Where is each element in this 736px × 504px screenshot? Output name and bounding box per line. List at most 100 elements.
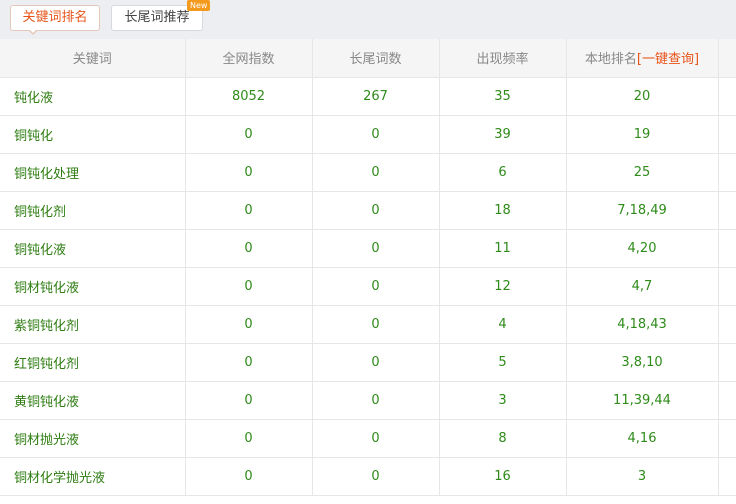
frequency-cell: 8 <box>439 419 567 458</box>
row-spacer <box>718 419 736 458</box>
keyword-link[interactable]: 铜钝化处理 <box>14 167 79 182</box>
longtail-count-cell: 0 <box>312 457 440 496</box>
keyword-cell: 铜材化学抛光液 <box>0 457 186 496</box>
row-spacer <box>718 343 736 382</box>
keyword-cell: 铜材抛光液 <box>0 419 186 458</box>
row-spacer <box>718 115 736 154</box>
header-spacer <box>718 39 736 78</box>
frequency-cell: 6 <box>439 153 567 192</box>
row-spacer <box>718 77 736 116</box>
row-spacer <box>718 305 736 344</box>
table-row: 红铜钝化剂 0 0 5 3,8,10 <box>0 343 736 382</box>
header-keyword: 关键词 <box>0 39 186 78</box>
frequency-cell: 5 <box>439 343 567 382</box>
table-row: 铜材钝化液 0 0 12 4,7 <box>0 267 736 306</box>
local-rank-cell: 19 <box>566 115 719 154</box>
table-row: 钝化液 8052 267 35 20 <box>0 77 736 116</box>
keyword-cell: 黄铜钝化液 <box>0 381 186 420</box>
header-local-rank: 本地排名[一键查询] <box>566 39 719 78</box>
frequency-cell: 3 <box>439 381 567 420</box>
longtail-count-cell: 0 <box>312 267 440 306</box>
header-longtail-count: 长尾词数 <box>312 39 440 78</box>
keyword-cell: 铜材钝化液 <box>0 267 186 306</box>
network-index-cell: 0 <box>185 267 313 306</box>
longtail-count-cell: 0 <box>312 381 440 420</box>
longtail-count-cell: 267 <box>312 77 440 116</box>
row-spacer <box>718 229 736 268</box>
local-rank-cell: 4,16 <box>566 419 719 458</box>
longtail-count-cell: 0 <box>312 305 440 344</box>
table-row: 铜材化学抛光液 0 0 16 3 <box>0 457 736 496</box>
longtail-count-cell: 0 <box>312 115 440 154</box>
keyword-cell: 紫铜钝化剂 <box>0 305 186 344</box>
local-rank-cell: 4,20 <box>566 229 719 268</box>
frequency-cell: 4 <box>439 305 567 344</box>
keyword-cell: 铜钝化剂 <box>0 191 186 230</box>
network-index-cell: 0 <box>185 305 313 344</box>
keyword-link[interactable]: 红铜钝化剂 <box>14 357 79 372</box>
local-rank-cell: 11,39,44 <box>566 381 719 420</box>
frequency-cell: 18 <box>439 191 567 230</box>
network-index-cell: 0 <box>185 115 313 154</box>
keyword-link[interactable]: 铜钝化剂 <box>14 205 66 220</box>
table-row: 铜钝化处理 0 0 6 25 <box>0 153 736 192</box>
table-row: 铜钝化液 0 0 11 4,20 <box>0 229 736 268</box>
local-rank-cell: 4,18,43 <box>566 305 719 344</box>
keyword-cell: 铜钝化处理 <box>0 153 186 192</box>
network-index-cell: 0 <box>185 419 313 458</box>
table-row: 铜钝化剂 0 0 18 7,18,49 <box>0 191 736 230</box>
keyword-link[interactable]: 钝化液 <box>14 91 53 106</box>
frequency-cell: 39 <box>439 115 567 154</box>
table-row: 黄铜钝化液 0 0 3 11,39,44 <box>0 381 736 420</box>
network-index-cell: 0 <box>185 153 313 192</box>
keyword-link[interactable]: 铜材抛光液 <box>14 433 79 448</box>
keyword-cell: 红铜钝化剂 <box>0 343 186 382</box>
longtail-count-cell: 0 <box>312 229 440 268</box>
keyword-link[interactable]: 黄铜钝化液 <box>14 395 79 410</box>
table-body: 钝化液 8052 267 35 20 铜钝化 0 0 39 19 铜钝化处理 0 0 6 25 铜钝化剂 0 0 1… <box>0 77 736 496</box>
local-rank-cell: 3 <box>566 457 719 496</box>
keyword-link[interactable]: 紫铜钝化剂 <box>14 319 79 334</box>
tab-keyword-rank[interactable]: 关键词排名 <box>10 5 100 31</box>
network-index-cell: 0 <box>185 457 313 496</box>
new-badge: New <box>187 0 211 11</box>
longtail-count-cell: 0 <box>312 153 440 192</box>
row-spacer <box>718 153 736 192</box>
row-spacer <box>718 381 736 420</box>
local-rank-cell: 4,7 <box>566 267 719 306</box>
network-index-cell: 8052 <box>185 77 313 116</box>
header-frequency: 出现频率 <box>439 39 567 78</box>
frequency-cell: 35 <box>439 77 567 116</box>
longtail-count-cell: 0 <box>312 343 440 382</box>
row-spacer <box>718 191 736 230</box>
local-rank-cell: 7,18,49 <box>566 191 719 230</box>
network-index-cell: 0 <box>185 343 313 382</box>
active-tab-pointer <box>28 29 38 35</box>
keyword-cell: 铜钝化液 <box>0 229 186 268</box>
row-spacer <box>718 457 736 496</box>
keyword-link[interactable]: 铜材化学抛光液 <box>14 471 105 486</box>
frequency-cell: 11 <box>439 229 567 268</box>
local-rank-cell: 25 <box>566 153 719 192</box>
tab-bar: 关键词排名 长尾词推荐 New <box>0 0 736 39</box>
longtail-count-cell: 0 <box>312 419 440 458</box>
table-row: 铜材抛光液 0 0 8 4,16 <box>0 419 736 458</box>
one-click-query-link[interactable]: [一键查询] <box>637 52 699 67</box>
keyword-link[interactable]: 铜钝化 <box>14 129 53 144</box>
keyword-link[interactable]: 铜材钝化液 <box>14 281 79 296</box>
keyword-cell: 铜钝化 <box>0 115 186 154</box>
frequency-cell: 12 <box>439 267 567 306</box>
network-index-cell: 0 <box>185 381 313 420</box>
header-local-rank-label: 本地排名 <box>584 52 637 68</box>
table-row: 铜钝化 0 0 39 19 <box>0 115 736 154</box>
network-index-cell: 0 <box>185 191 313 230</box>
longtail-count-cell: 0 <box>312 191 440 230</box>
keyword-link[interactable]: 铜钝化液 <box>14 243 66 258</box>
table-header-row: 关键词 全网指数 长尾词数 出现频率 本地排名[一键查询] <box>0 39 736 78</box>
row-spacer <box>718 267 736 306</box>
table-row: 紫铜钝化剂 0 0 4 4,18,43 <box>0 305 736 344</box>
keyword-table: 关键词 全网指数 长尾词数 出现频率 本地排名[一键查询] 钝化液 8052 267… <box>0 39 736 496</box>
local-rank-cell: 3,8,10 <box>566 343 719 382</box>
frequency-cell: 16 <box>439 457 567 496</box>
header-network-index: 全网指数 <box>185 39 313 78</box>
